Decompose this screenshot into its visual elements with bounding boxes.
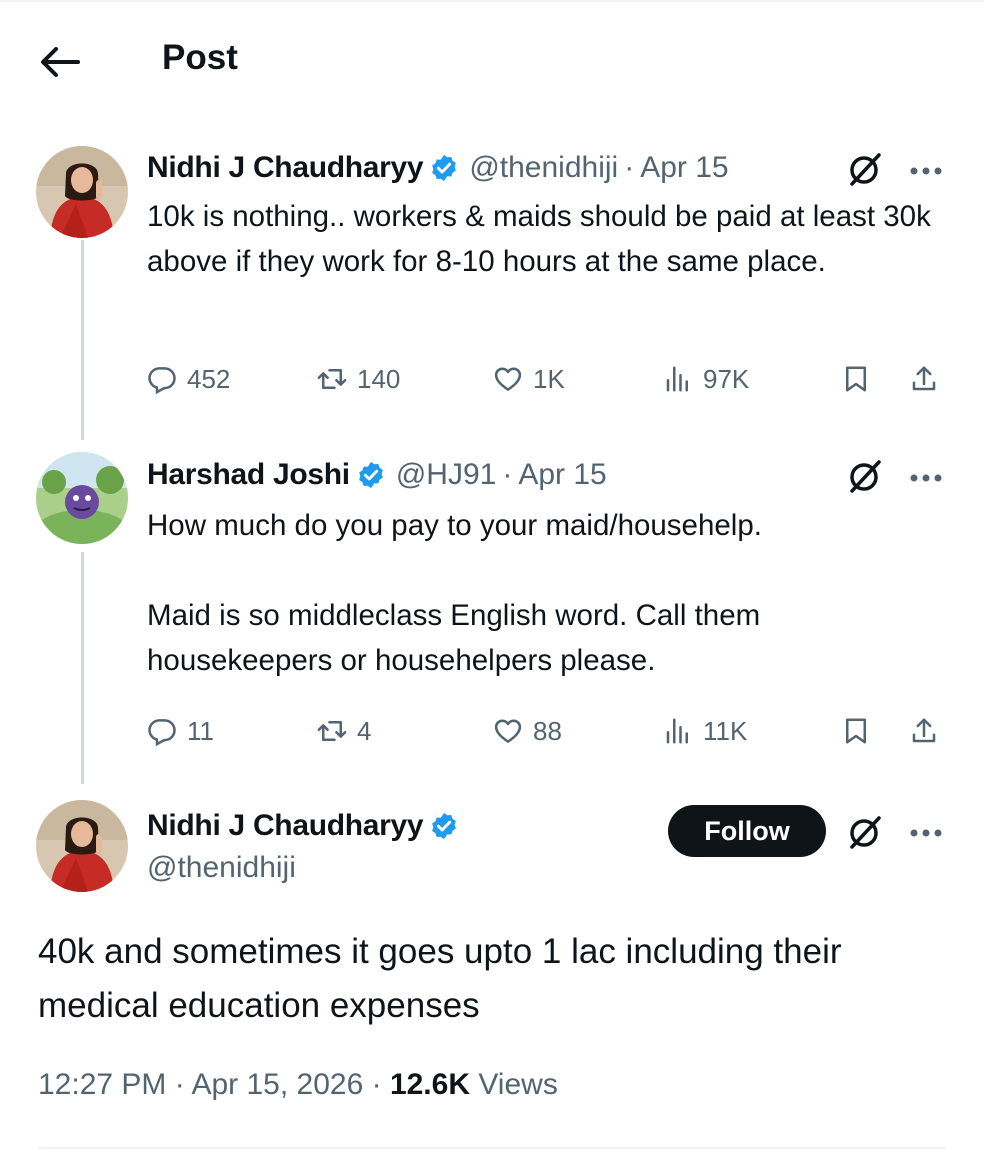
more-options-icon[interactable] xyxy=(908,471,944,483)
tweet-actions: 452 140 1K 97K xyxy=(147,359,947,399)
avatar[interactable] xyxy=(36,452,128,544)
repost-icon xyxy=(317,369,347,389)
tweet-meta: 12:27 PM · Apr 15, 2026 · 12.6K Views xyxy=(38,1068,558,1102)
share-icon xyxy=(912,366,936,391)
tweet-text: 10k is nothing.. workers & maids should … xyxy=(147,200,940,278)
separator: · xyxy=(371,1068,382,1101)
like-count: 1K xyxy=(533,363,565,394)
tweet-header: Nidhi J Chaudharyy @thenidhiji · Apr 15 xyxy=(147,148,729,188)
thread-line xyxy=(81,552,84,784)
timestamp[interactable]: Apr 15 xyxy=(640,151,728,185)
top-divider xyxy=(0,0,984,2)
tweet-text: How much do you pay to your maid/househe… xyxy=(147,509,762,677)
user-handle[interactable]: @HJ91 xyxy=(396,458,497,492)
verified-badge-icon xyxy=(358,461,383,489)
views-count: 97K xyxy=(703,363,750,394)
tweet-actions: 11 4 88 11K xyxy=(147,711,947,751)
more-options-icon[interactable] xyxy=(908,164,944,176)
views-count: 11K xyxy=(703,715,748,746)
thread-line xyxy=(81,240,84,440)
reply-button[interactable]: 452 xyxy=(147,359,230,399)
repost-count: 140 xyxy=(357,363,401,394)
heart-icon xyxy=(494,367,522,391)
repost-button[interactable]: 140 xyxy=(317,359,400,399)
separator: · xyxy=(624,151,635,184)
reply-button[interactable]: 11 xyxy=(147,711,214,751)
like-button[interactable]: 1K xyxy=(493,359,565,399)
timestamp[interactable]: Apr 15 xyxy=(518,458,606,492)
views-count: 12.6K xyxy=(389,1068,470,1101)
verified-badge-icon xyxy=(432,154,457,182)
views-icon xyxy=(666,718,688,744)
repost-icon xyxy=(317,721,347,741)
main-tweet-text: 40k and sometimes it goes upto 1 lac inc… xyxy=(38,932,842,1025)
header: Post xyxy=(0,30,984,90)
grok-icon[interactable] xyxy=(846,813,884,851)
user-handle[interactable]: @thenidhiji xyxy=(469,151,618,185)
post-date[interactable]: Apr 15, 2026 xyxy=(191,1068,363,1101)
repost-button[interactable]: 4 xyxy=(317,711,371,751)
bottom-divider xyxy=(38,1147,946,1149)
follow-button[interactable]: Follow xyxy=(668,805,826,857)
separator: · xyxy=(502,458,513,491)
share-icon xyxy=(912,718,936,743)
avatar[interactable] xyxy=(36,800,128,892)
share-button[interactable] xyxy=(909,359,939,399)
back-arrow-icon[interactable] xyxy=(38,44,82,80)
grok-icon[interactable] xyxy=(846,150,884,188)
grok-icon[interactable] xyxy=(846,457,884,495)
verified-badge-icon xyxy=(432,812,457,840)
author-header: Nidhi J Chaudharyy xyxy=(147,806,469,846)
bookmark-icon xyxy=(846,718,866,744)
page-title: Post xyxy=(162,38,238,77)
display-name[interactable]: Nidhi J Chaudharyy xyxy=(147,151,424,185)
like-button[interactable]: 88 xyxy=(493,711,562,751)
heart-icon xyxy=(494,719,522,743)
more-options-icon[interactable] xyxy=(908,826,944,838)
reply-count: 452 xyxy=(187,363,231,394)
bookmark-button[interactable] xyxy=(841,711,871,751)
views-button[interactable]: 97K xyxy=(663,359,749,399)
avatar[interactable] xyxy=(36,146,128,238)
views-icon xyxy=(666,366,688,392)
share-button[interactable] xyxy=(909,711,939,751)
display-name[interactable]: Nidhi J Chaudharyy xyxy=(147,809,424,843)
bookmark-icon xyxy=(846,366,866,392)
repost-count: 4 xyxy=(357,715,372,746)
user-handle[interactable]: @thenidhiji xyxy=(147,851,296,885)
post-time[interactable]: 12:27 PM xyxy=(38,1068,166,1101)
tweet-header: Harshad Joshi @HJ91 · Apr 15 xyxy=(147,455,607,495)
views-button[interactable]: 11K xyxy=(663,711,747,751)
separator: · xyxy=(174,1068,185,1101)
reply-icon xyxy=(148,719,176,746)
reply-count: 11 xyxy=(187,715,214,746)
like-count: 88 xyxy=(533,715,562,746)
display-name[interactable]: Harshad Joshi xyxy=(147,458,350,492)
bookmark-button[interactable] xyxy=(841,359,871,399)
reply-icon xyxy=(148,367,176,394)
views-label: Views xyxy=(478,1068,558,1101)
